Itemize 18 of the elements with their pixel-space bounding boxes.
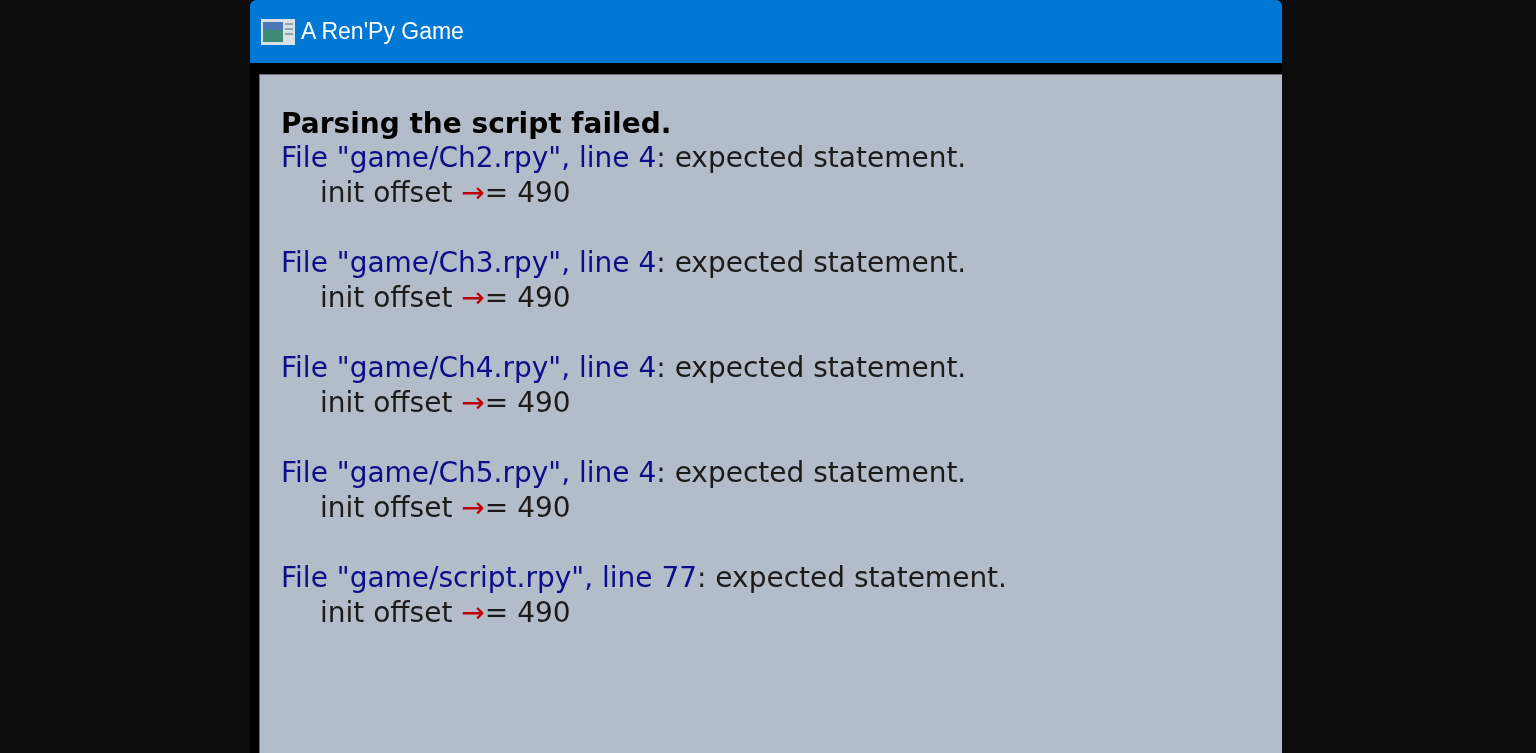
file-link[interactable]: File "game/Ch5.rpy", line 4	[281, 456, 657, 489]
window-title: A Ren'Py Game	[301, 17, 464, 47]
code-line: init offset →= 490	[319, 175, 572, 210]
app-icon	[261, 18, 295, 45]
file-link[interactable]: File "game/Ch4.rpy", line 4	[281, 351, 657, 384]
code-line: init offset →= 490	[319, 595, 572, 630]
error-message: File "game/Ch3.rpy", line 4: expected statement.	[281, 245, 968, 280]
code-line: init offset →= 490	[319, 280, 572, 315]
file-link[interactable]: File "game/script.rpy", line 77	[281, 561, 698, 594]
error-message: File "game/script.rpy", line 77: expected statement.	[281, 560, 1008, 595]
code-line: init offset →= 490	[319, 385, 572, 420]
file-link[interactable]: File "game/Ch2.rpy", line 4	[281, 141, 657, 174]
code-line: init offset →= 490	[319, 490, 572, 525]
error-heading: Parsing the script failed.	[281, 106, 673, 141]
file-link[interactable]: File "game/Ch3.rpy", line 4	[281, 246, 657, 279]
error-message: File "game/Ch2.rpy", line 4: expected statement.	[281, 140, 968, 175]
error-message: File "game/Ch5.rpy", line 4: expected statement.	[281, 455, 968, 490]
error-message: File "game/Ch4.rpy", line 4: expected statement.	[281, 350, 968, 385]
